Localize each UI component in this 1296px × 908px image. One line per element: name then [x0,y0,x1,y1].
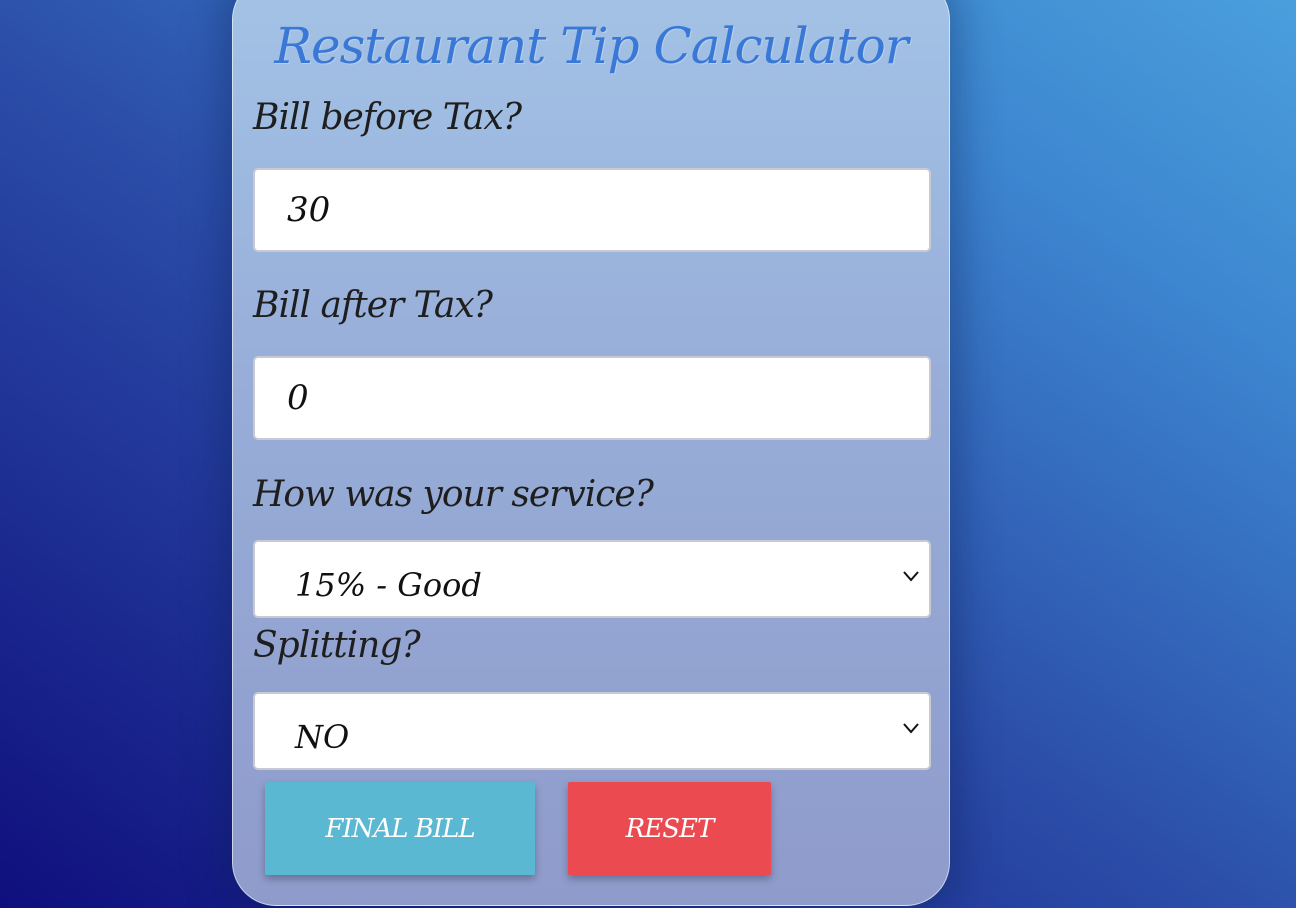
splitting-label: Splitting? [253,625,421,666]
service-select-value: 15% - Good [295,566,482,604]
service-label: How was your service? [253,474,654,515]
bill-before-tax-label: Bill before Tax? [253,97,522,138]
bill-after-tax-label: Bill after Tax? [253,285,493,326]
page-title: Restaurant Tip Calculator [274,17,908,75]
service-select[interactable]: 15% - Good [253,540,931,618]
final-bill-button[interactable]: FINAL BILL [265,782,535,875]
reset-button[interactable]: RESET [568,782,771,875]
bill-after-tax-input[interactable] [287,358,887,438]
chevron-down-icon [903,723,919,734]
bill-after-tax-field [253,356,931,440]
splitting-select[interactable]: NO [253,692,931,770]
bill-before-tax-field [253,168,931,252]
calculator-card: Restaurant Tip Calculator Bill before Ta… [232,0,950,906]
chevron-down-icon [903,571,919,582]
bill-before-tax-input[interactable] [287,170,887,250]
splitting-select-value: NO [295,718,350,756]
